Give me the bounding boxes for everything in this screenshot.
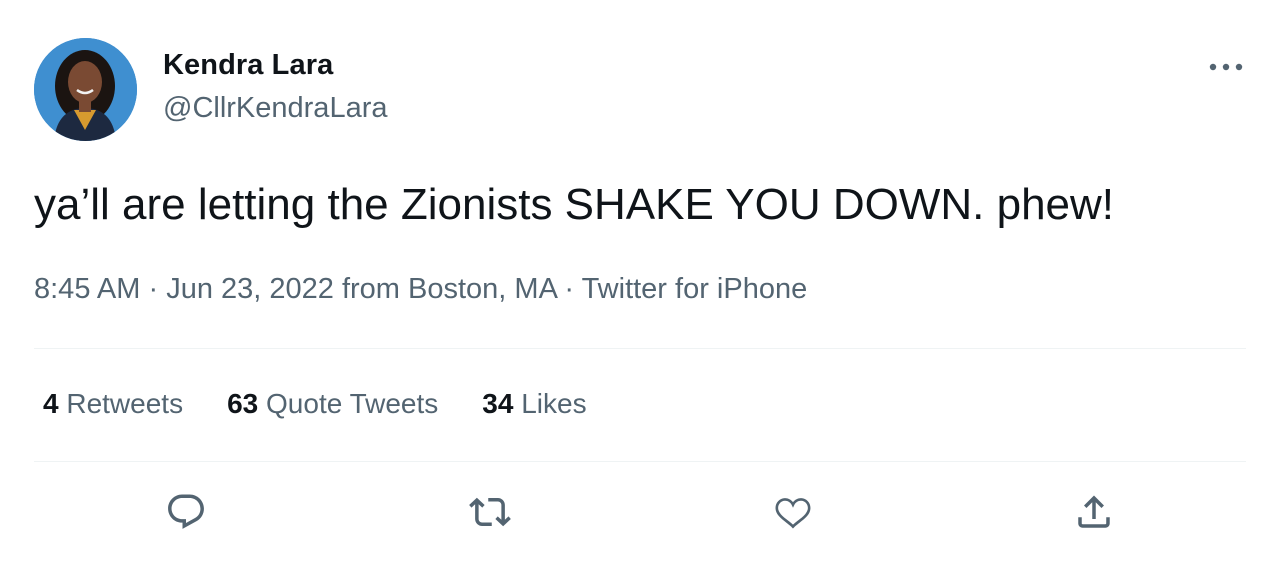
retweet-icon	[469, 497, 511, 527]
tweet-stats: 4 Retweets 63 Quote Tweets 34 Likes	[43, 388, 587, 420]
tweet-card: Kendra Lara @CllrKendraLara ya’ll are le…	[0, 0, 1280, 563]
display-name[interactable]: Kendra Lara	[163, 49, 333, 82]
avatar[interactable]	[34, 38, 137, 141]
user-handle[interactable]: @CllrKendraLara	[163, 92, 387, 125]
retweet-button[interactable]	[467, 489, 513, 535]
retweets-label: Retweets	[66, 388, 184, 419]
meta-separator: ·	[556, 273, 582, 305]
reply-button[interactable]	[163, 489, 209, 535]
tweet-source[interactable]: Twitter for iPhone	[582, 273, 808, 305]
quote-tweets-stat[interactable]: 63 Quote Tweets	[227, 388, 438, 420]
divider	[34, 461, 1246, 462]
tweet-metadata: 8:45 AM · Jun 23, 2022 from Boston, MA ·…	[34, 273, 807, 306]
share-icon	[1078, 495, 1110, 528]
share-button[interactable]	[1071, 489, 1117, 535]
profile-photo-icon	[34, 38, 137, 141]
tweet-time[interactable]: 8:45 AM	[34, 273, 140, 305]
likes-stat[interactable]: 34 Likes	[482, 388, 586, 420]
like-button[interactable]	[770, 489, 816, 535]
tweet-date[interactable]: Jun 23, 2022	[166, 273, 334, 305]
more-options-button[interactable]	[1206, 56, 1246, 78]
tweet-location[interactable]: from Boston, MA	[342, 273, 556, 305]
retweets-stat[interactable]: 4 Retweets	[43, 388, 183, 420]
divider	[34, 348, 1246, 349]
tweet-text: ya’ll are letting the Zionists SHAKE YOU…	[34, 180, 1115, 229]
quote-tweets-label: Quote Tweets	[266, 388, 439, 419]
quote-tweets-count: 63	[227, 388, 259, 419]
meta-separator: ·	[140, 273, 167, 305]
likes-count: 34	[482, 388, 514, 419]
retweets-count: 4	[43, 388, 59, 419]
likes-label: Likes	[521, 388, 587, 419]
heart-icon	[775, 498, 811, 529]
more-dots-icon	[1209, 63, 1243, 71]
reply-icon	[168, 494, 204, 529]
